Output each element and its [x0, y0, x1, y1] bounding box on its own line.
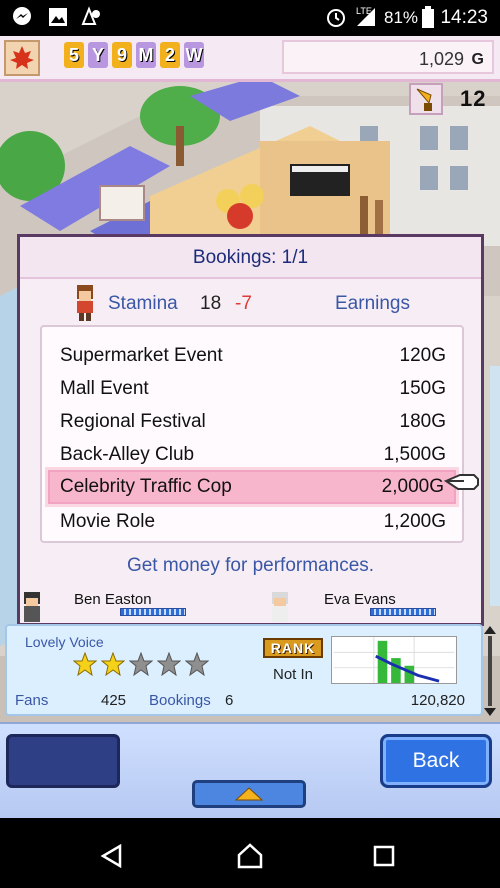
star-empty-icon	[129, 652, 153, 676]
game-date: 5 Y 9 M 2 W	[64, 42, 204, 68]
stamina-value: 18	[200, 293, 222, 314]
job-price: 2,000G	[381, 476, 444, 497]
date-year-value: 5	[64, 42, 84, 68]
date-month-unit: M	[136, 42, 156, 68]
rank-value: Not In	[273, 666, 314, 683]
star-empty-icon	[157, 652, 181, 676]
date-week-unit: W	[184, 42, 204, 68]
empty-action-button[interactable]	[6, 734, 120, 788]
skill-rating	[73, 652, 209, 676]
character-avatar-icon[interactable]	[266, 590, 294, 624]
job-name: Movie Role	[60, 511, 156, 532]
recents-icon[interactable]	[364, 836, 404, 876]
job-row-supermarket-event[interactable]: Supermarket Event 120G	[52, 341, 452, 371]
star-filled-icon	[101, 652, 125, 676]
trophy-count: 12	[460, 86, 487, 111]
messenger-icon	[10, 6, 34, 28]
money-value: 1,029	[418, 49, 464, 69]
dialog-hint: Get money for performances.	[126, 555, 375, 576]
status-bar: LTE 81% 14:23	[0, 0, 500, 36]
job-row-celebrity-traffic-cop[interactable]: Celebrity Traffic Cop 2,000G	[48, 470, 456, 504]
back-triangle-icon[interactable]	[92, 836, 132, 876]
job-price: 1,200G	[383, 511, 446, 532]
bookings-label: Bookings	[149, 692, 211, 709]
game-area: 5 Y 9 M 2 W 1,029 G 12 Bookings: 1/1 Sta…	[0, 36, 500, 818]
money-unit: G	[471, 51, 484, 68]
star-filled-icon	[73, 652, 97, 676]
job-name: Back-Alley Club	[60, 444, 195, 465]
gramophone-icon[interactable]	[409, 83, 443, 115]
info-scrollbar[interactable]	[484, 626, 496, 716]
rank-badge: RANK	[263, 638, 323, 658]
character-avatar-icon[interactable]	[18, 590, 46, 624]
rank-trend-chart	[331, 636, 457, 684]
job-price: 120G	[399, 345, 446, 366]
stamina-cost: -7	[235, 293, 252, 314]
gallery-icon	[46, 6, 70, 28]
earnings-label: Earnings	[335, 293, 410, 314]
job-row-movie-role[interactable]: Movie Role 1,200G	[52, 507, 452, 537]
expand-up-button[interactable]	[192, 780, 306, 808]
stamina-label: Stamina	[108, 293, 178, 314]
character-name[interactable]: Eva Evans	[324, 591, 396, 608]
job-list: Supermarket Event 120G Mall Event 150G R…	[40, 325, 464, 543]
date-week-value: 2	[160, 42, 180, 68]
skill-name: Lovely Voice	[25, 634, 104, 650]
job-name: Mall Event	[60, 378, 149, 399]
dialog-header: Bookings: 1/1	[20, 237, 481, 279]
bookings-dialog: Bookings: 1/1 Stamina 18 -7 Earnings Sup…	[17, 234, 484, 626]
fans-value: 425	[101, 692, 127, 709]
star-empty-icon	[185, 652, 209, 676]
alarm-icon	[324, 6, 348, 28]
job-price: 1,500G	[383, 444, 446, 465]
maple-leaf-icon[interactable]	[4, 40, 40, 76]
idol-avatar-icon	[77, 285, 93, 321]
job-row-regional-festival[interactable]: Regional Festival 180G	[52, 407, 452, 437]
map-pin-icon	[80, 6, 104, 28]
idol-earnings-total: 120,820	[410, 692, 465, 709]
back-button[interactable]: Back	[380, 734, 492, 788]
date-month-value: 9	[112, 42, 132, 68]
battery-percent: 81%	[384, 8, 419, 27]
clock-time: 14:23	[440, 7, 488, 28]
character-name[interactable]: Ben Easton	[74, 591, 152, 608]
home-icon[interactable]	[230, 836, 270, 876]
arrow-up-icon	[235, 787, 263, 801]
money-display: 1,029 G	[282, 40, 494, 74]
idol-info-panel: Lovely Voice RANK Not In Fans 425 Bookin…	[5, 624, 483, 716]
job-row-back-alley-club[interactable]: Back-Alley Club 1,500G	[52, 440, 452, 470]
system-nav-bar	[0, 818, 500, 888]
stats-row: Stamina 18 -7 Earnings	[20, 283, 481, 323]
date-year-unit: Y	[88, 42, 108, 68]
dialog-title: Bookings: 1/1	[192, 247, 309, 268]
signal-icon: LTE	[352, 6, 380, 28]
hand-pointer-icon	[444, 474, 479, 490]
job-name: Supermarket Event	[60, 345, 223, 366]
top-hud: 5 Y 9 M 2 W 1,029 G	[0, 36, 500, 82]
job-price: 150G	[399, 378, 446, 399]
character-strip: Ben Easton Eva Evans	[0, 588, 500, 624]
battery-icon	[420, 6, 436, 28]
job-price: 180G	[399, 411, 446, 432]
action-bar: Back	[0, 722, 500, 818]
job-name: Celebrity Traffic Cop	[60, 476, 232, 497]
fans-label: Fans	[15, 692, 49, 709]
job-row-mall-event[interactable]: Mall Event 150G	[52, 374, 452, 404]
network-label: LTE	[356, 6, 372, 16]
job-name: Regional Festival	[60, 411, 206, 432]
bookings-value: 6	[225, 692, 234, 709]
character-stamina-bar	[370, 608, 436, 616]
character-stamina-bar	[120, 608, 186, 616]
